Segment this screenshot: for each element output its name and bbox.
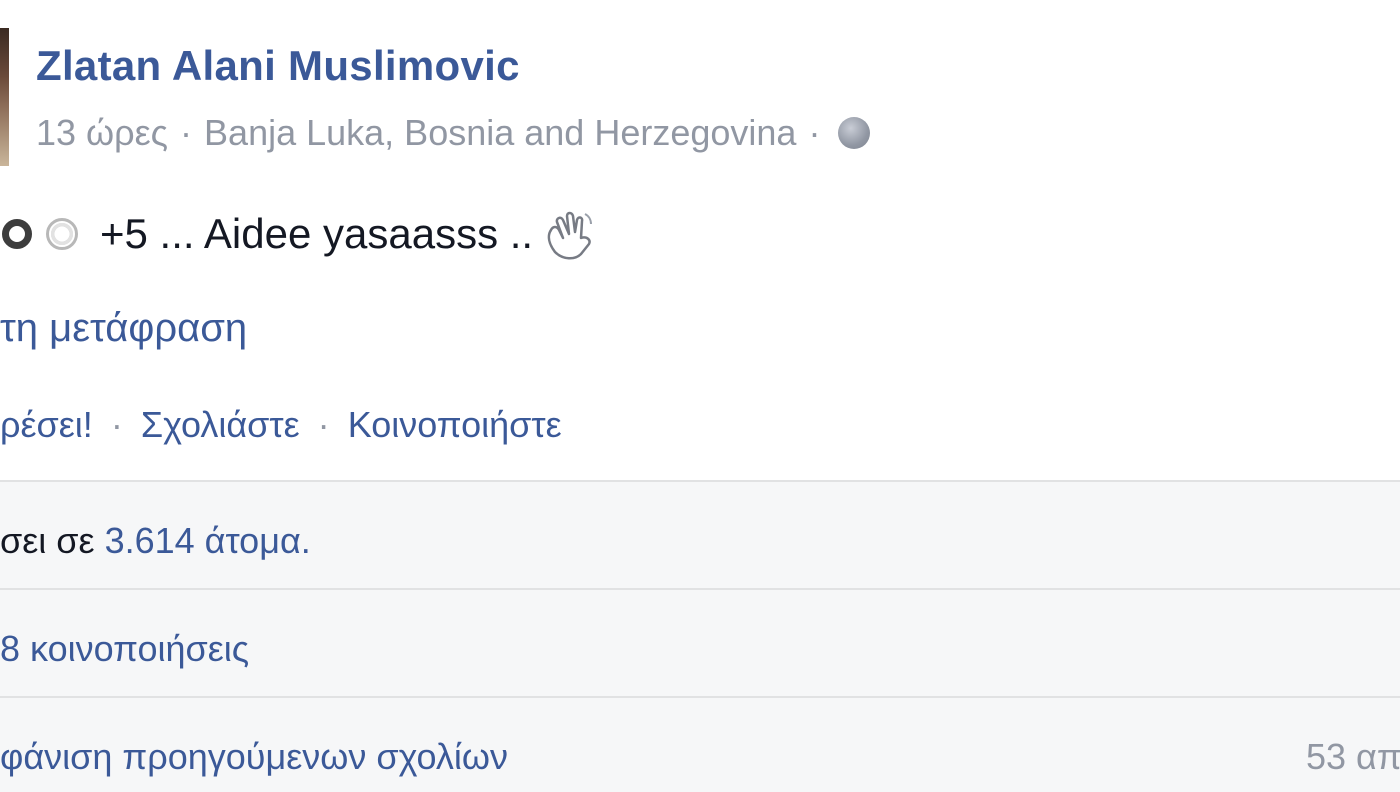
action-separator: · <box>317 404 330 445</box>
comment-link[interactable]: Σχολιάστε <box>141 404 300 445</box>
post-location[interactable]: Banja Luka, Bosnia and Herzegovina <box>204 112 796 154</box>
divider <box>0 588 1400 590</box>
author-name[interactable]: Zlatan Alani Muslimovic <box>36 42 520 90</box>
meta-separator: · <box>180 112 193 153</box>
likes-summary: σει σε 3.614 άτομα. <box>0 520 1400 562</box>
shares-link[interactable]: 8 κοινοποιήσεις <box>0 628 1400 670</box>
divider <box>0 696 1400 698</box>
ring-icon <box>46 218 78 250</box>
ring-icon <box>2 219 32 249</box>
waving-hand-icon <box>547 211 593 260</box>
post-text: +5 ... Aidee yasaasss .. <box>0 206 597 262</box>
likes-count-link[interactable]: 3.614 άτομα. <box>105 520 311 561</box>
meta-separator: · <box>808 112 821 153</box>
post-actions: ρέσει! · Σχολιάστε · Κοινοποιήστε <box>0 404 562 446</box>
share-link[interactable]: Κοινοποιήστε <box>348 404 562 445</box>
view-previous-comments-link[interactable]: φάνιση προηγούμενων σχολίων <box>0 736 1400 778</box>
see-translation-link[interactable]: τη μετάφραση <box>0 306 247 351</box>
post-meta: 13 ώρες · Banja Luka, Bosnia and Herzego… <box>36 112 871 154</box>
likes-prefix: σει σε <box>0 520 95 561</box>
post-timestamp[interactable]: 13 ώρες <box>36 112 168 154</box>
feedback-section: σει σε 3.614 άτομα. 8 κοινοποιήσεις φάνι… <box>0 480 1400 792</box>
post-card: Zlatan Alani Muslimovic 13 ώρες · Banja … <box>0 0 1400 480</box>
like-link[interactable]: ρέσει! <box>0 404 93 445</box>
avatar[interactable] <box>0 28 9 166</box>
globe-icon[interactable] <box>838 117 871 149</box>
comment-count: 53 απ <box>1306 736 1400 777</box>
post-message: +5 ... Aidee yasaasss .. <box>100 210 534 257</box>
action-separator: · <box>110 404 123 445</box>
